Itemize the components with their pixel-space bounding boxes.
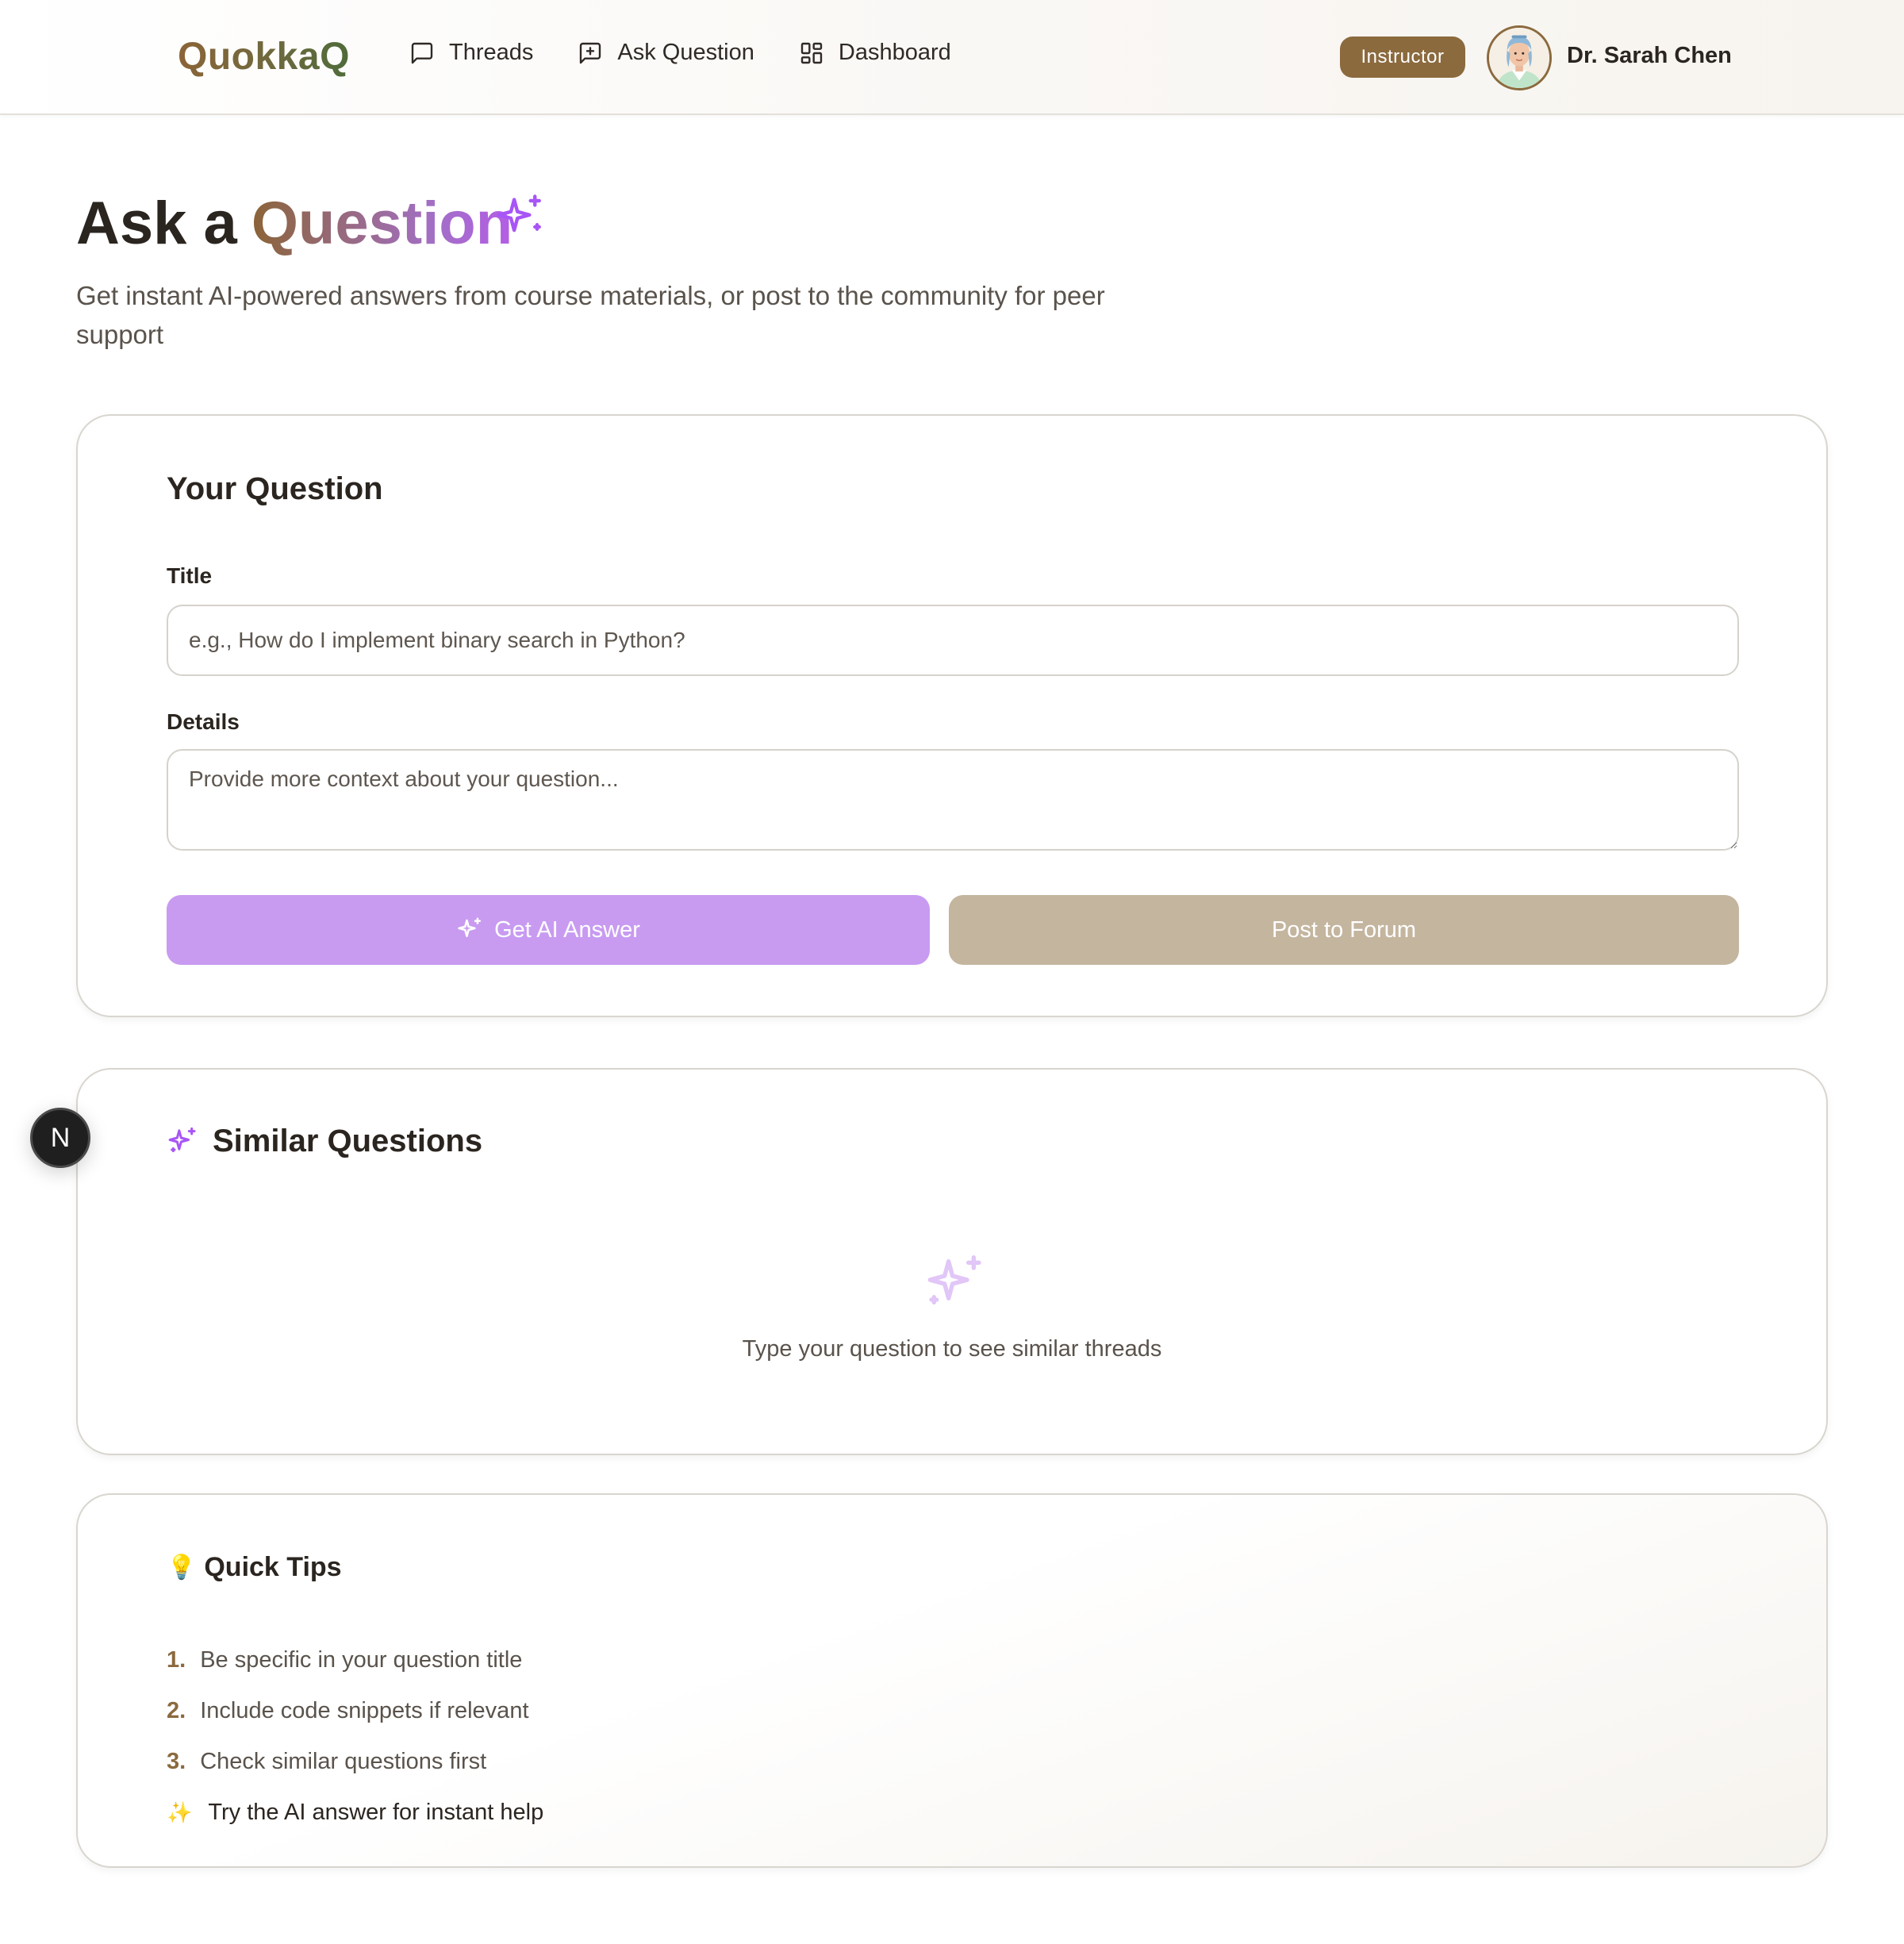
- tip-text: Check similar questions first: [200, 1748, 487, 1774]
- user-name[interactable]: Dr. Sarah Chen: [1567, 43, 1732, 69]
- similar-questions-card: Similar Questions Type your question to …: [76, 1068, 1828, 1455]
- message-square-icon: [411, 42, 433, 63]
- nav-label-dashboard: Dashboard: [838, 40, 951, 65]
- tip-text: Include code snippets if relevant: [200, 1697, 529, 1723]
- question-card-heading: Your Question: [167, 471, 383, 506]
- quick-tips-header: 💡 Quick Tips: [167, 1552, 342, 1583]
- tip-text-ai: Try the AI answer for instant help: [208, 1799, 544, 1825]
- similar-questions-heading: Similar Questions: [213, 1124, 483, 1158]
- main-nav: Threads Ask Question Dashboard: [409, 40, 951, 66]
- tip-item: 1. Be specific in your question title: [167, 1635, 543, 1685]
- tips-list: 1. Be specific in your question title 2.…: [167, 1635, 543, 1838]
- sparkles-icon: [497, 194, 541, 232]
- similar-questions-header: Similar Questions: [167, 1124, 482, 1159]
- role-badge: Instructor: [1340, 36, 1465, 78]
- page-title-accent: Question: [251, 190, 513, 257]
- quick-tips-heading: Quick Tips: [204, 1552, 342, 1582]
- page-subtitle: Get instant AI-powered answers from cour…: [76, 281, 1105, 349]
- nav-item-dashboard[interactable]: Dashboard: [799, 40, 951, 66]
- tip-text: Be specific in your question title: [200, 1646, 523, 1673]
- floating-n-button[interactable]: N: [30, 1108, 90, 1168]
- nav-item-ask-question[interactable]: Ask Question: [578, 40, 754, 66]
- nav-item-threads[interactable]: Threads: [409, 40, 533, 66]
- sparkles-empty-state-icon: [927, 1255, 981, 1304]
- quick-tips-card: 💡 Quick Tips 1. Be specific in your ques…: [76, 1493, 1828, 1868]
- sparkles-icon: [458, 917, 482, 938]
- tip-item: 2. Include code snippets if relevant: [167, 1685, 543, 1736]
- tip-number: 2.: [167, 1697, 186, 1723]
- details-label: Details: [167, 709, 240, 734]
- avatar-illustration: [1489, 28, 1549, 88]
- post-to-forum-button[interactable]: Post to Forum: [949, 895, 1739, 965]
- details-textarea[interactable]: [167, 749, 1739, 851]
- message-plus-icon: [580, 42, 601, 63]
- title-input[interactable]: [167, 605, 1739, 676]
- page-title-prefix: Ask a: [76, 190, 237, 257]
- nav-label-ask-question: Ask Question: [617, 40, 754, 65]
- tip-number: 3.: [167, 1748, 186, 1774]
- tip-item-ai: ✨ Try the AI answer for instant help: [167, 1787, 543, 1838]
- sparkle-emoji-icon: ✨: [167, 1800, 193, 1824]
- nav-label-threads: Threads: [449, 40, 534, 65]
- top-nav-bar: QuokkaQ Threads Ask Question Dashboard I…: [0, 0, 1904, 115]
- get-ai-answer-button[interactable]: Get AI Answer: [167, 895, 930, 965]
- title-label: Title: [167, 563, 213, 588]
- lightbulb-icon: 💡: [167, 1554, 197, 1581]
- user-avatar[interactable]: [1487, 25, 1552, 90]
- tip-item: 3. Check similar questions first: [167, 1736, 543, 1787]
- page-title: Ask a Question: [76, 189, 512, 258]
- tip-number: 1.: [167, 1646, 186, 1673]
- get-ai-answer-label: Get AI Answer: [494, 916, 640, 943]
- similar-questions-empty-text: Type your question to see similar thread…: [742, 1336, 1162, 1362]
- post-to-forum-label: Post to Forum: [1271, 916, 1417, 943]
- layout-grid-icon: [800, 42, 823, 63]
- sparkles-icon: [168, 1127, 196, 1152]
- question-card: Your Question Title Details Get AI Answe…: [76, 414, 1828, 1017]
- app-logo[interactable]: QuokkaQ: [178, 35, 350, 79]
